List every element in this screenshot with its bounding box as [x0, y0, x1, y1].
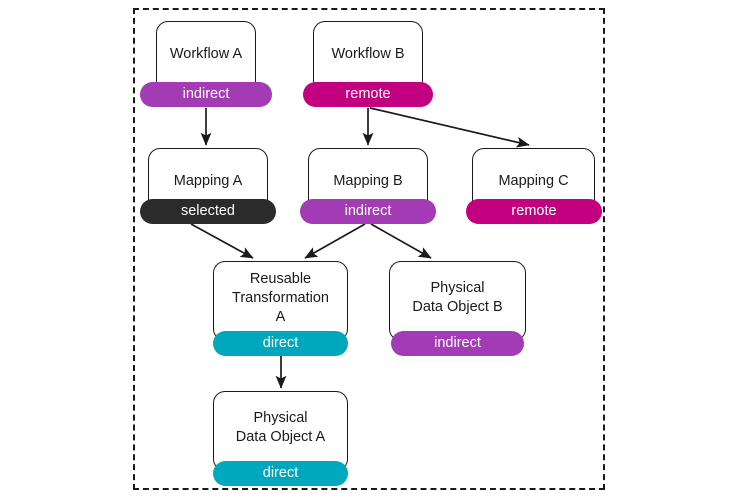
status-badge-mapping-a[interactable]: selected: [140, 199, 276, 224]
status-badge-physical-data-object-a[interactable]: direct: [213, 461, 348, 486]
status-badge-physical-data-object-b[interactable]: indirect: [391, 331, 524, 356]
node-label-workflow-b: Workflow B: [331, 45, 405, 62]
status-badge-reusable-transformation-a[interactable]: direct: [213, 331, 348, 356]
status-badge-mapping-c[interactable]: remote: [466, 199, 602, 224]
node-label-mapping-b: Mapping B: [333, 172, 403, 189]
node-label-mapping-c: Mapping C: [498, 172, 569, 189]
node-label-mapping-a: Mapping A: [173, 172, 243, 189]
node-label-workflow-a: Workflow A: [169, 45, 243, 62]
node-box-physical-data-object-b[interactable]: Physical Data Object B: [389, 261, 526, 341]
status-badge-workflow-b[interactable]: remote: [303, 82, 433, 107]
node-label-physical-data-object-a: Physical Data Object A: [235, 410, 326, 445]
node-label-reusable-transformation-a: Reusable Transformation A: [232, 270, 329, 325]
node-label-physical-data-object-b: Physical Data Object B: [412, 280, 503, 315]
node-box-physical-data-object-a[interactable]: Physical Data Object A: [213, 391, 348, 471]
diagram-canvas: Workflow A indirect Workflow B remote Mappin…: [0, 0, 750, 500]
node-box-reusable-transformation-a[interactable]: Reusable Transformation A: [213, 261, 348, 341]
status-badge-mapping-b[interactable]: indirect: [300, 199, 436, 224]
status-badge-workflow-a[interactable]: indirect: [140, 82, 272, 107]
